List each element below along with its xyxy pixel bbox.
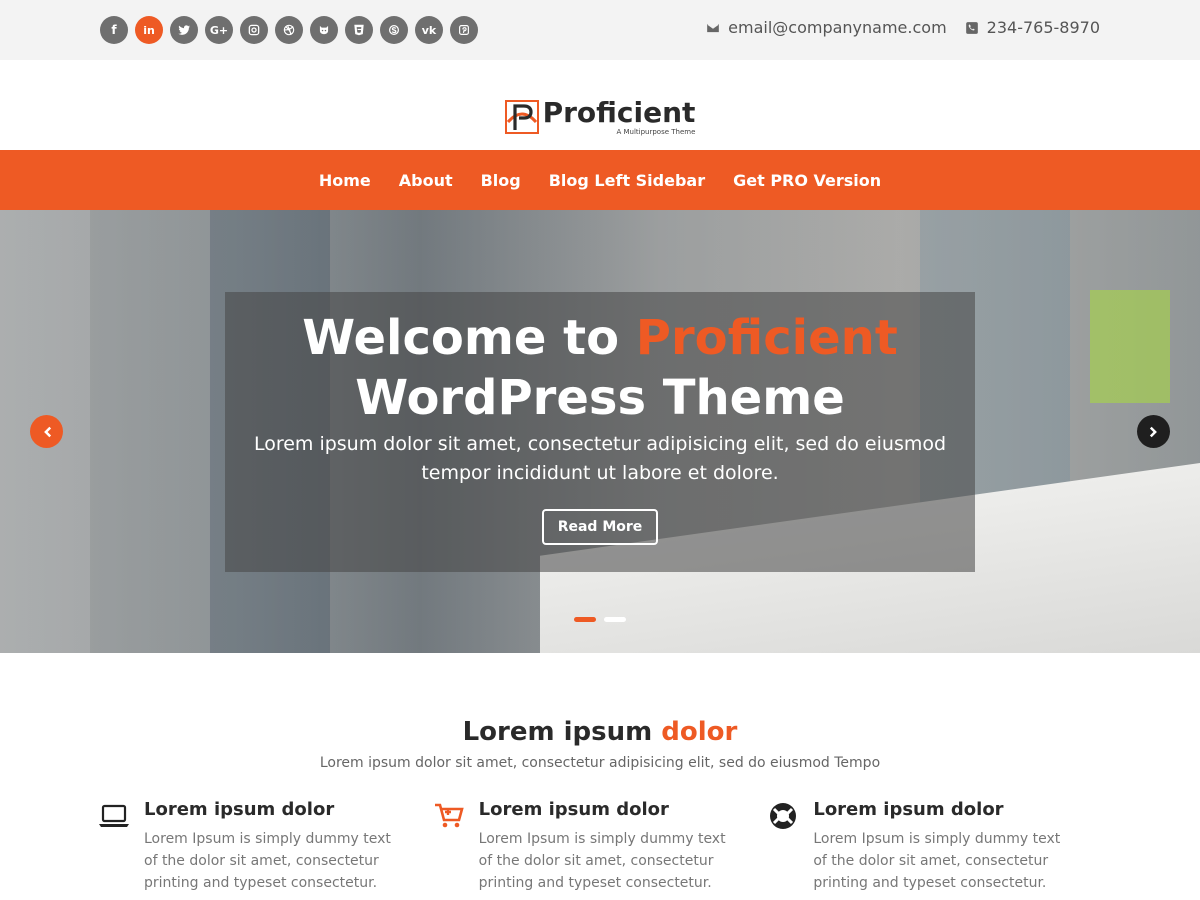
section-title-prefix: Lorem ipsum [462, 717, 662, 747]
feature-title: Lorem ipsum dolor [144, 799, 335, 820]
logo-mark-icon [504, 100, 539, 134]
linkedin-icon[interactable]: in [135, 16, 163, 44]
site-logo[interactable]: Proficient A Multipurpose Theme [504, 74, 696, 137]
twitter-icon[interactable] [170, 16, 198, 44]
feature-text: Lorem Ipsum is simply dummy text of the … [478, 831, 726, 891]
nav-item-get-pro[interactable]: Get PRO Version [733, 171, 881, 190]
google-plus-icon[interactable]: G+ [205, 16, 233, 44]
nav-item-blog[interactable]: Blog [481, 171, 521, 190]
nav-item-about[interactable]: About [399, 171, 453, 190]
email-text: email@companyname.com [728, 18, 947, 37]
hero-title-accent: Proficient [635, 310, 898, 366]
feature-title: Lorem ipsum dolor [813, 799, 1004, 820]
phone-icon [965, 21, 978, 34]
github-glyph [319, 25, 329, 35]
html5-icon[interactable] [345, 16, 373, 44]
pinterest-icon[interactable] [450, 16, 478, 44]
contact-info: email@companyname.com 234-765-8970 [706, 18, 1100, 37]
logo-text: Proficient A Multipurpose Theme [542, 96, 696, 137]
slider-dot-1[interactable] [574, 617, 596, 622]
linkedin-glyph: in [143, 23, 155, 37]
feature-item: Lorem ipsum dolor Lorem Ipsum is simply … [433, 798, 768, 894]
site-tagline: A Multipurpose Theme [616, 128, 696, 136]
twitter-glyph [178, 25, 191, 35]
email-contact[interactable]: email@companyname.com [706, 18, 947, 37]
section-subtitle: Lorem ipsum dolor sit amet, consectetur … [319, 755, 881, 771]
lifebuoy-icon [770, 803, 797, 829]
social-links: f in G+ vk [100, 16, 478, 44]
pinterest-glyph [459, 25, 469, 35]
facebook-glyph: f [111, 23, 117, 37]
site-header: Proficient A Multipurpose Theme [0, 60, 1200, 150]
section-title: Lorem ipsum dolor [0, 715, 1200, 749]
phone-contact[interactable]: 234-765-8970 [965, 18, 1100, 37]
vk-icon[interactable]: vk [415, 16, 443, 44]
dribbble-icon[interactable] [275, 16, 303, 44]
feature-text: Lorem Ipsum is simply dummy text of the … [813, 831, 1061, 891]
nav-item-home[interactable]: Home [319, 171, 371, 190]
feature-item: Lorem ipsum dolor Lorem Ipsum is simply … [767, 798, 1102, 894]
html5-glyph [354, 24, 364, 36]
chevron-left-icon [43, 426, 51, 437]
instagram-icon[interactable] [240, 16, 268, 44]
feature-item: Lorem ipsum dolor Lorem Ipsum is simply … [98, 798, 433, 894]
main-nav: Home About Blog Blog Left Sidebar Get PR… [0, 150, 1200, 210]
nav-item-blog-left-sidebar[interactable]: Blog Left Sidebar [549, 171, 705, 190]
laptop-icon [99, 804, 129, 827]
slider-prev-button[interactable] [30, 415, 63, 448]
slider-dot-2[interactable] [604, 617, 626, 622]
instagram-glyph [248, 24, 260, 36]
hero-slider: Welcome to Proficient WordPress Theme Lo… [0, 210, 1200, 653]
site-name: Proficient [542, 96, 696, 129]
dribbble-glyph [283, 24, 295, 36]
phone-text: 234-765-8970 [986, 18, 1100, 37]
top-bar: f in G+ vk email@companyname.com 234-765… [0, 0, 1200, 60]
facebook-icon[interactable]: f [100, 16, 128, 44]
section-title-accent: dolor [661, 717, 738, 747]
hero-title-line2: WordPress Theme [355, 370, 845, 426]
hero-title: Welcome to Proficient WordPress Theme [0, 308, 1200, 428]
google-plus-glyph: G+ [209, 23, 229, 37]
hero-subtitle: Lorem ipsum dolor sit amet, consectetur … [253, 433, 947, 484]
slider-pagination [574, 617, 626, 622]
envelope-icon [707, 23, 719, 32]
hero-title-prefix: Welcome to [302, 310, 636, 366]
chevron-right-icon [1149, 426, 1157, 437]
cart-icon [434, 803, 464, 828]
skype-icon[interactable] [380, 16, 408, 44]
vk-glyph: vk [421, 23, 437, 37]
read-more-button[interactable]: Read More [542, 509, 658, 545]
feature-title: Lorem ipsum dolor [478, 799, 669, 820]
features-row: Lorem ipsum dolor Lorem Ipsum is simply … [98, 798, 1102, 894]
feature-text: Lorem Ipsum is simply dummy text of the … [144, 831, 391, 891]
slider-next-button[interactable] [1137, 415, 1170, 448]
github-icon[interactable] [310, 16, 338, 44]
skype-glyph [388, 24, 400, 36]
